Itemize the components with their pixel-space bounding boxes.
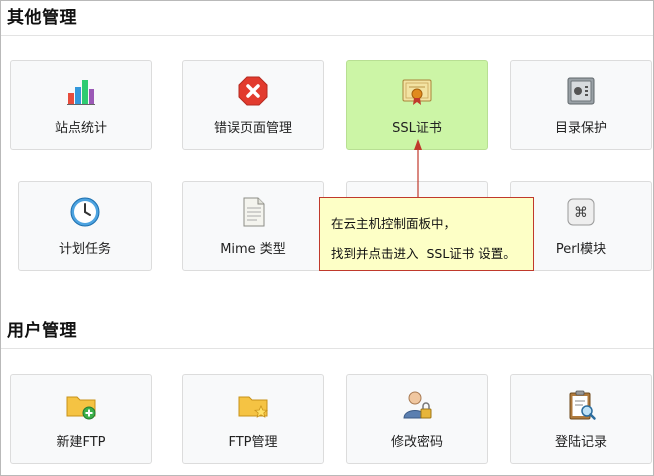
callout-line-2: 找到并点击进入 SSL证书 设置。 <box>331 246 516 261</box>
callout-line-1: 在云主机控制面板中， <box>331 216 457 231</box>
instruction-callout: 在云主机控制面板中， 找到并点击进入 SSL证书 设置。 <box>319 197 534 271</box>
